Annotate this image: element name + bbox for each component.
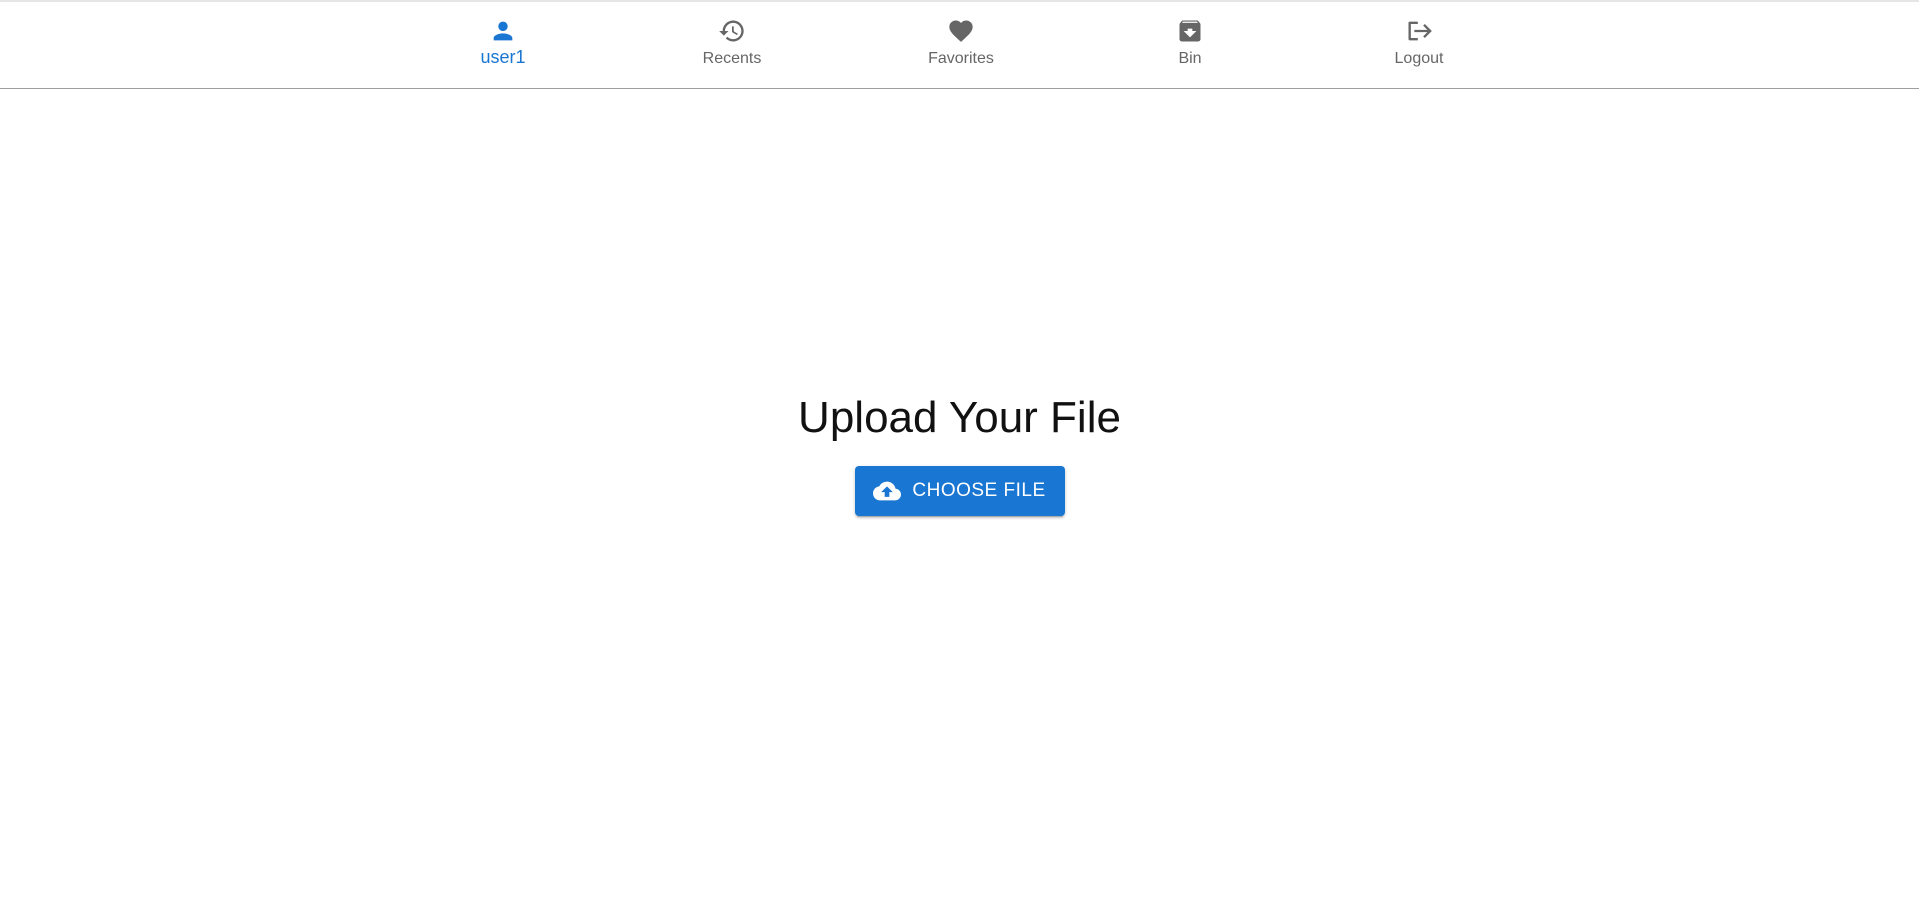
nav-item-logout[interactable]: Logout: [1349, 16, 1489, 76]
nav-item-recents[interactable]: Recents: [662, 16, 802, 76]
nav-item-label: Logout: [1394, 50, 1444, 67]
nav-item-favorites[interactable]: Favorites: [891, 16, 1031, 76]
history-icon: [717, 16, 747, 46]
upload-section: Upload Your File CHOOSE FILE: [0, 392, 1919, 516]
page-title: Upload Your File: [798, 393, 1121, 442]
page: user1 Recents Favorites Bin Logout Uploa…: [0, 0, 1919, 900]
nav-item-label: Favorites: [928, 50, 994, 67]
bottom-navigation: user1 Recents Favorites Bin Logout: [0, 2, 1919, 89]
nav-item-label: Bin: [1178, 50, 1202, 67]
heart-icon: [946, 16, 976, 46]
nav-item-user[interactable]: user1: [433, 16, 573, 76]
nav-item-label: user1: [480, 47, 526, 67]
choose-file-label: CHOOSE FILE: [912, 480, 1046, 501]
nav-item-label: Recents: [702, 50, 762, 67]
person-icon: [488, 16, 518, 46]
archive-icon: [1175, 16, 1205, 46]
cloud-upload-icon: [873, 477, 902, 505]
nav-item-bin[interactable]: Bin: [1120, 16, 1260, 76]
choose-file-button[interactable]: CHOOSE FILE: [854, 466, 1065, 516]
logout-icon: [1404, 16, 1434, 46]
